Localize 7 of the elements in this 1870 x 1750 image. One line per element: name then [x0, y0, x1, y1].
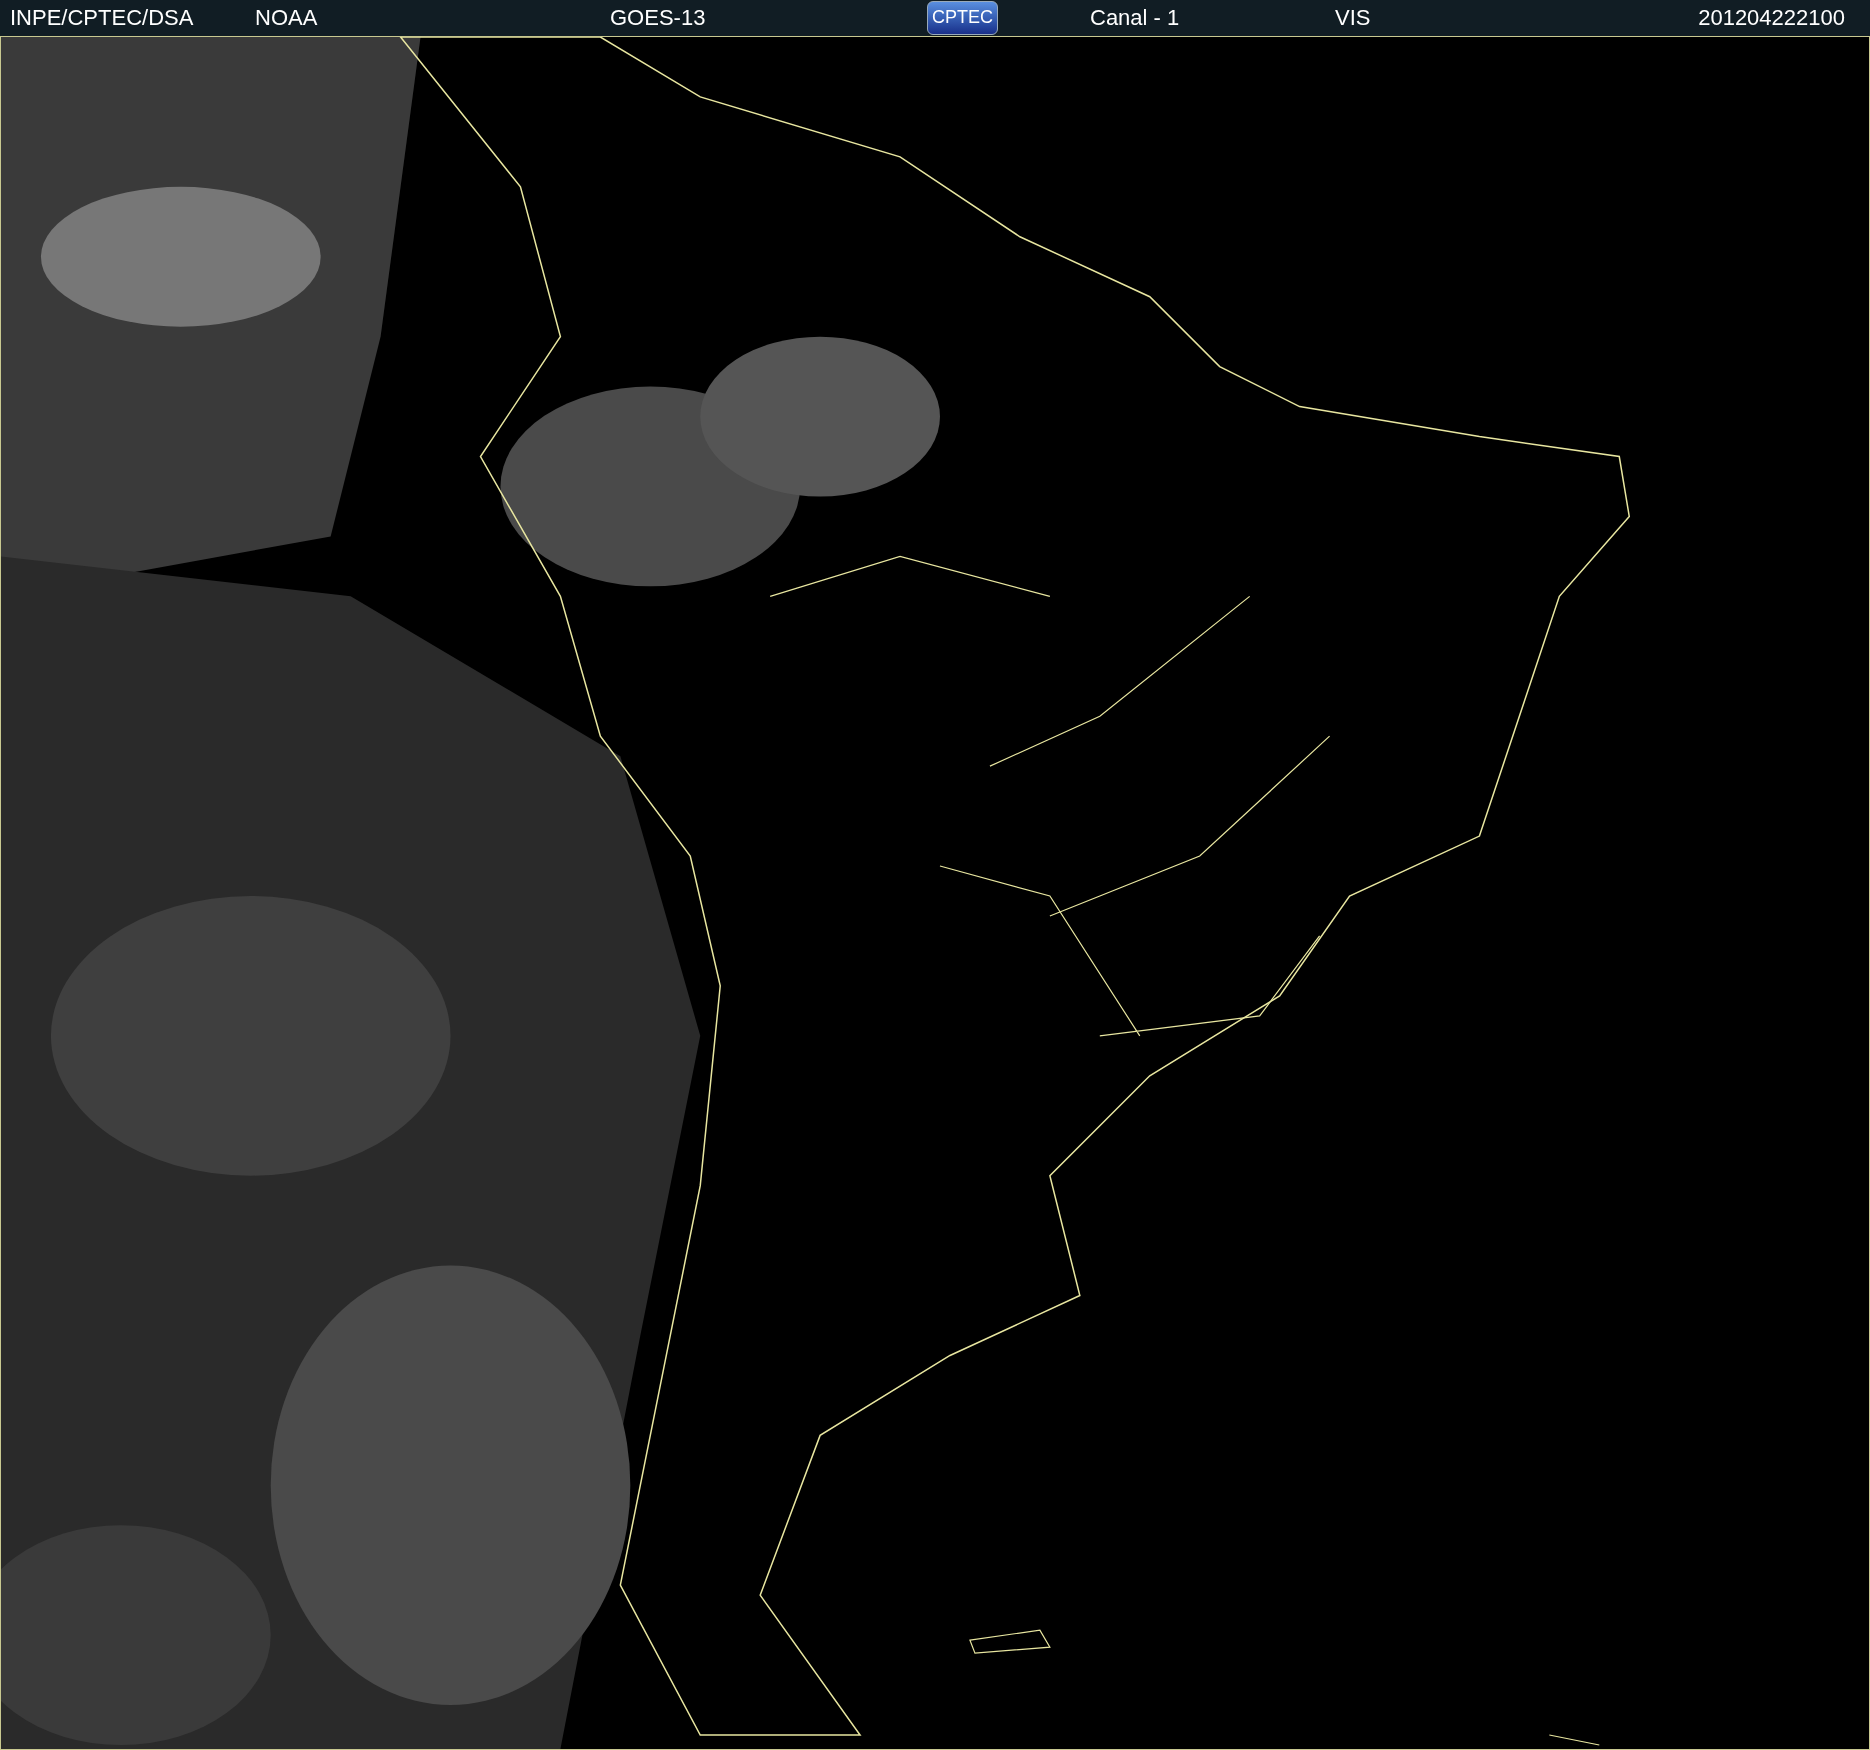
- header-label: Canal - 1: [1090, 5, 1180, 30]
- logo-badge: CPTEC: [927, 1, 998, 35]
- header-label: VIS: [1335, 5, 1371, 30]
- header-label: NOAA: [255, 5, 318, 30]
- header-label: GOES-13: [610, 5, 706, 30]
- header-label: 201204222100: [1698, 7, 1845, 29]
- header-label: INPE/CPTEC/DSA: [10, 5, 194, 30]
